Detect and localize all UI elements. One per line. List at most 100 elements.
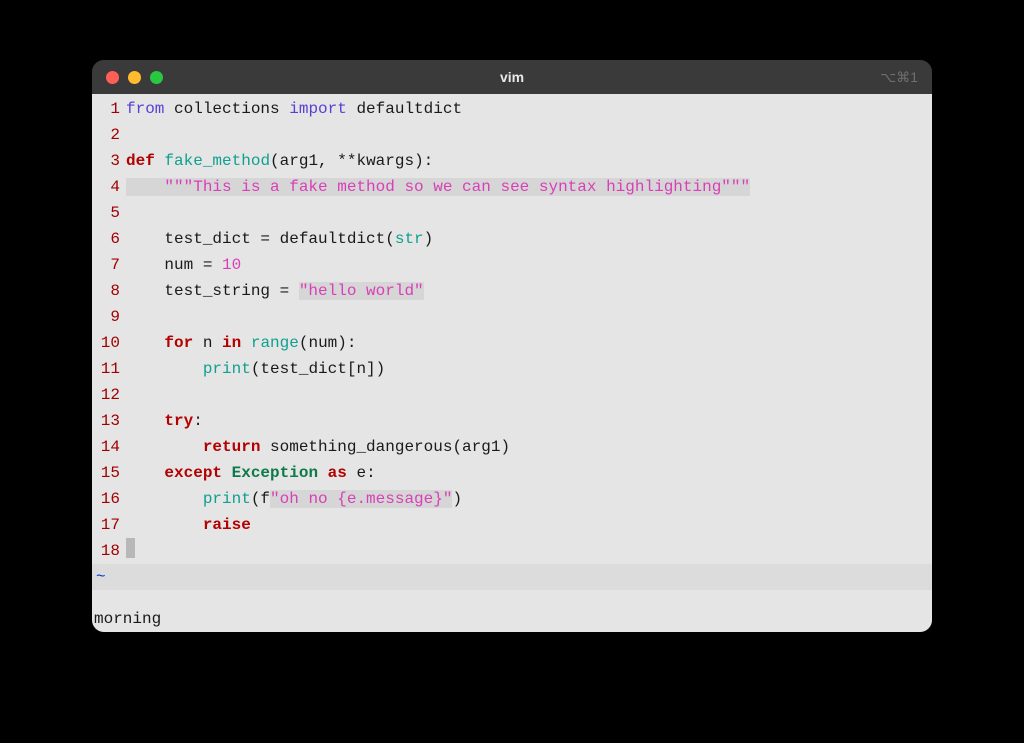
token-default: (num): — [299, 334, 357, 352]
minimize-icon[interactable] — [128, 71, 141, 84]
token-default — [155, 152, 165, 170]
token-default: defaultdict — [347, 100, 462, 118]
editor-area[interactable]: 1from collections import defaultdict23de… — [92, 94, 932, 606]
code-line[interactable]: 16 print(f"oh no {e.message}") — [92, 486, 932, 512]
line-number: 15 — [92, 460, 126, 486]
code-line[interactable]: 3def fake_method(arg1, **kwargs): — [92, 148, 932, 174]
cursor-icon — [126, 538, 135, 558]
line-number: 10 — [92, 330, 126, 356]
line-number: 5 — [92, 200, 126, 226]
code-line[interactable]: 15 except Exception as e: — [92, 460, 932, 486]
terminal-window: vim ⌥⌘1 1from collections import default… — [92, 60, 932, 632]
status-line[interactable]: morning — [92, 606, 932, 632]
token-string: "oh no {e.message}" — [270, 490, 452, 508]
token-default — [126, 516, 203, 534]
code-line[interactable]: 13 try: — [92, 408, 932, 434]
code-content[interactable]: test_dict = defaultdict(str) — [126, 226, 932, 252]
code-line[interactable]: 1from collections import defaultdict — [92, 96, 932, 122]
status-text: morning — [94, 610, 161, 628]
token-default — [222, 464, 232, 482]
code-content[interactable]: print(f"oh no {e.message}") — [126, 486, 932, 512]
code-content[interactable]: print(test_dict[n]) — [126, 356, 932, 382]
code-line[interactable]: 12 — [92, 382, 932, 408]
token-default: something_dangerous(arg1) — [260, 438, 510, 456]
token-default — [126, 334, 164, 352]
window-shortcut: ⌥⌘1 — [880, 69, 918, 86]
token-default: (f — [251, 490, 270, 508]
token-default: test_dict = defaultdict( — [126, 230, 395, 248]
token-type: str — [395, 230, 424, 248]
code-content[interactable] — [126, 304, 932, 330]
code-line[interactable]: 14 return something_dangerous(arg1) — [92, 434, 932, 460]
code-content[interactable]: """This is a fake method so we can see s… — [126, 174, 932, 200]
token-default: ) — [424, 230, 434, 248]
token-kw2: return — [203, 438, 261, 456]
line-number: 6 — [92, 226, 126, 252]
close-icon[interactable] — [106, 71, 119, 84]
token-default — [126, 438, 203, 456]
code-content[interactable] — [126, 200, 932, 226]
line-number: 17 — [92, 512, 126, 538]
code-content[interactable]: return something_dangerous(arg1) — [126, 434, 932, 460]
token-default: (test_dict[n]) — [251, 360, 385, 378]
token-default — [126, 412, 164, 430]
token-default: test_string = — [126, 282, 299, 300]
code-body[interactable]: 1from collections import defaultdict23de… — [92, 94, 932, 564]
tilde-line: ~ — [92, 564, 932, 590]
code-content[interactable]: try: — [126, 408, 932, 434]
token-kw2: in — [222, 334, 241, 352]
token-default — [126, 464, 164, 482]
token-default: n — [193, 334, 222, 352]
line-number: 1 — [92, 96, 126, 122]
token-string: """This is a fake method so we can see s… — [164, 178, 750, 196]
zoom-icon[interactable] — [150, 71, 163, 84]
token-func: fake_method — [164, 152, 270, 170]
line-number: 9 — [92, 304, 126, 330]
code-content[interactable]: def fake_method(arg1, **kwargs): — [126, 148, 932, 174]
code-line[interactable]: 5 — [92, 200, 932, 226]
code-content[interactable]: test_string = "hello world" — [126, 278, 932, 304]
traffic-lights — [106, 71, 163, 84]
token-kw2: except — [164, 464, 222, 482]
token-default: e: — [347, 464, 376, 482]
token-kw2: def — [126, 152, 155, 170]
code-content[interactable]: num = 10 — [126, 252, 932, 278]
code-line[interactable]: 6 test_dict = defaultdict(str) — [92, 226, 932, 252]
code-line[interactable]: 11 print(test_dict[n]) — [92, 356, 932, 382]
code-line[interactable]: 18 — [92, 538, 932, 564]
token-builtin: range — [251, 334, 299, 352]
line-number: 2 — [92, 122, 126, 148]
titlebar: vim ⌥⌘1 — [92, 60, 932, 94]
code-line[interactable]: 10 for n in range(num): — [92, 330, 932, 356]
line-number: 18 — [92, 538, 126, 564]
token-keyword: import — [289, 100, 347, 118]
token-default — [126, 490, 203, 508]
code-content[interactable] — [126, 122, 932, 148]
code-content[interactable]: from collections import defaultdict — [126, 96, 932, 122]
code-content[interactable] — [126, 382, 932, 408]
token-exc: Exception — [232, 464, 318, 482]
token-default: collections — [164, 100, 289, 118]
line-number: 3 — [92, 148, 126, 174]
code-content[interactable]: except Exception as e: — [126, 460, 932, 486]
token-kw2: as — [328, 464, 347, 482]
code-line[interactable]: 17 raise — [92, 512, 932, 538]
token-default — [126, 178, 164, 196]
code-line[interactable]: 8 test_string = "hello world" — [92, 278, 932, 304]
token-default: : — [193, 412, 203, 430]
token-default — [318, 464, 328, 482]
code-line[interactable]: 7 num = 10 — [92, 252, 932, 278]
code-line[interactable]: 9 — [92, 304, 932, 330]
code-content[interactable] — [126, 538, 932, 564]
token-default — [126, 360, 203, 378]
code-content[interactable]: for n in range(num): — [126, 330, 932, 356]
line-number: 12 — [92, 382, 126, 408]
token-string: "hello world" — [299, 282, 424, 300]
code-content[interactable]: raise — [126, 512, 932, 538]
code-line[interactable]: 4 """This is a fake method so we can see… — [92, 174, 932, 200]
code-line[interactable]: 2 — [92, 122, 932, 148]
window-title: vim — [92, 69, 932, 85]
token-number: 10 — [222, 256, 241, 274]
line-number: 7 — [92, 252, 126, 278]
line-number: 4 — [92, 174, 126, 200]
